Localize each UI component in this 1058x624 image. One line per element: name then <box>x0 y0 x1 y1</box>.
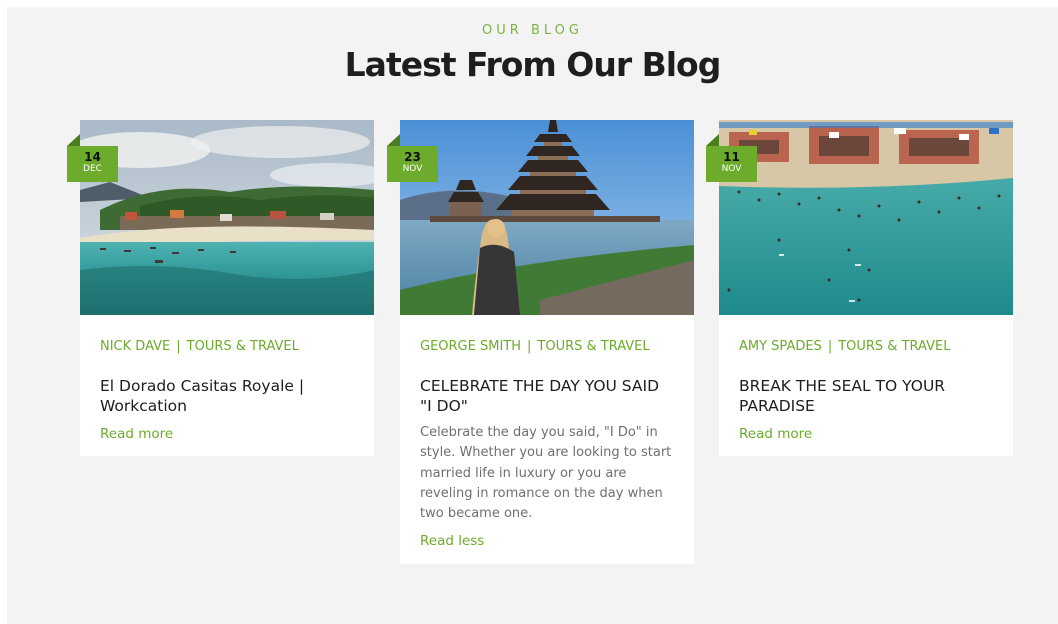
meta-separator: | <box>527 339 532 354</box>
date-month: NOV <box>402 164 423 174</box>
post-excerpt: Celebrate the day you said, "I Do" in st… <box>420 425 672 522</box>
date-month: DEC <box>83 164 102 174</box>
crowded-beach-photo <box>719 120 1013 315</box>
beach-island-photo <box>80 120 374 315</box>
blog-card-1: 14 DEC NICK DAVE | TOURS & TRAVEL El Dorad… <box>67 120 374 456</box>
blog-card-image[interactable] <box>400 120 694 315</box>
section-eyebrow: OUR BLOG <box>482 23 583 38</box>
post-category[interactable]: TOURS & TRAVEL <box>537 339 649 354</box>
section-title: Latest From Our Blog <box>344 45 722 84</box>
temple-lake-photo <box>400 120 694 315</box>
post-author[interactable]: GEORGE SMITH <box>420 339 521 354</box>
post-meta: GEORGE SMITH | TOURS & TRAVEL <box>420 339 650 354</box>
badge-fold <box>67 134 80 146</box>
post-title[interactable]: BREAK THE SEAL TO YOUR PARADISE <box>739 376 989 416</box>
post-author[interactable]: AMY SPADES <box>739 339 822 354</box>
read-more-link[interactable]: Read more <box>100 426 173 442</box>
meta-separator: | <box>176 339 181 354</box>
post-category[interactable]: TOURS & TRAVEL <box>838 339 950 354</box>
meta-separator: | <box>827 339 833 354</box>
post-title[interactable]: El Dorado Casitas Royale | Workcation <box>100 376 350 416</box>
post-title[interactable]: CELEBRATE THE DAY YOU SAID "I DO" <box>420 376 670 416</box>
date-day: 11 <box>723 150 740 164</box>
badge-fold <box>387 134 400 146</box>
date-badge: 23 NOV <box>387 134 438 182</box>
date-day: 14 <box>84 150 101 164</box>
date-badge: 11 NOV <box>706 134 757 182</box>
read-more-link[interactable]: Read more <box>739 426 812 442</box>
blog-card-image[interactable] <box>80 120 374 315</box>
date-day: 23 <box>404 150 421 164</box>
blog-section: OUR BLOG Latest From Our Blog 14 DEC NIC… <box>7 7 1058 624</box>
post-category[interactable]: TOURS & TRAVEL <box>187 339 299 354</box>
blog-card-2: 23 NOV GEORGE SMITH | TOURS & TRAVEL CELEB… <box>387 120 694 564</box>
date-badge: 14 DEC <box>67 134 118 182</box>
blog-card-image[interactable] <box>719 120 1013 315</box>
post-meta: AMY SPADES | TOURS & TRAVEL <box>739 339 950 354</box>
date-month: NOV <box>721 164 742 174</box>
badge-fold <box>706 134 719 146</box>
blog-card-3: 11 NOV AMY SPADES | TOURS & TRAVEL BREAK T… <box>706 120 1013 456</box>
post-author[interactable]: NICK DAVE <box>100 339 170 354</box>
read-less-link[interactable]: Read less <box>420 533 484 549</box>
post-meta: NICK DAVE | TOURS & TRAVEL <box>100 339 299 354</box>
